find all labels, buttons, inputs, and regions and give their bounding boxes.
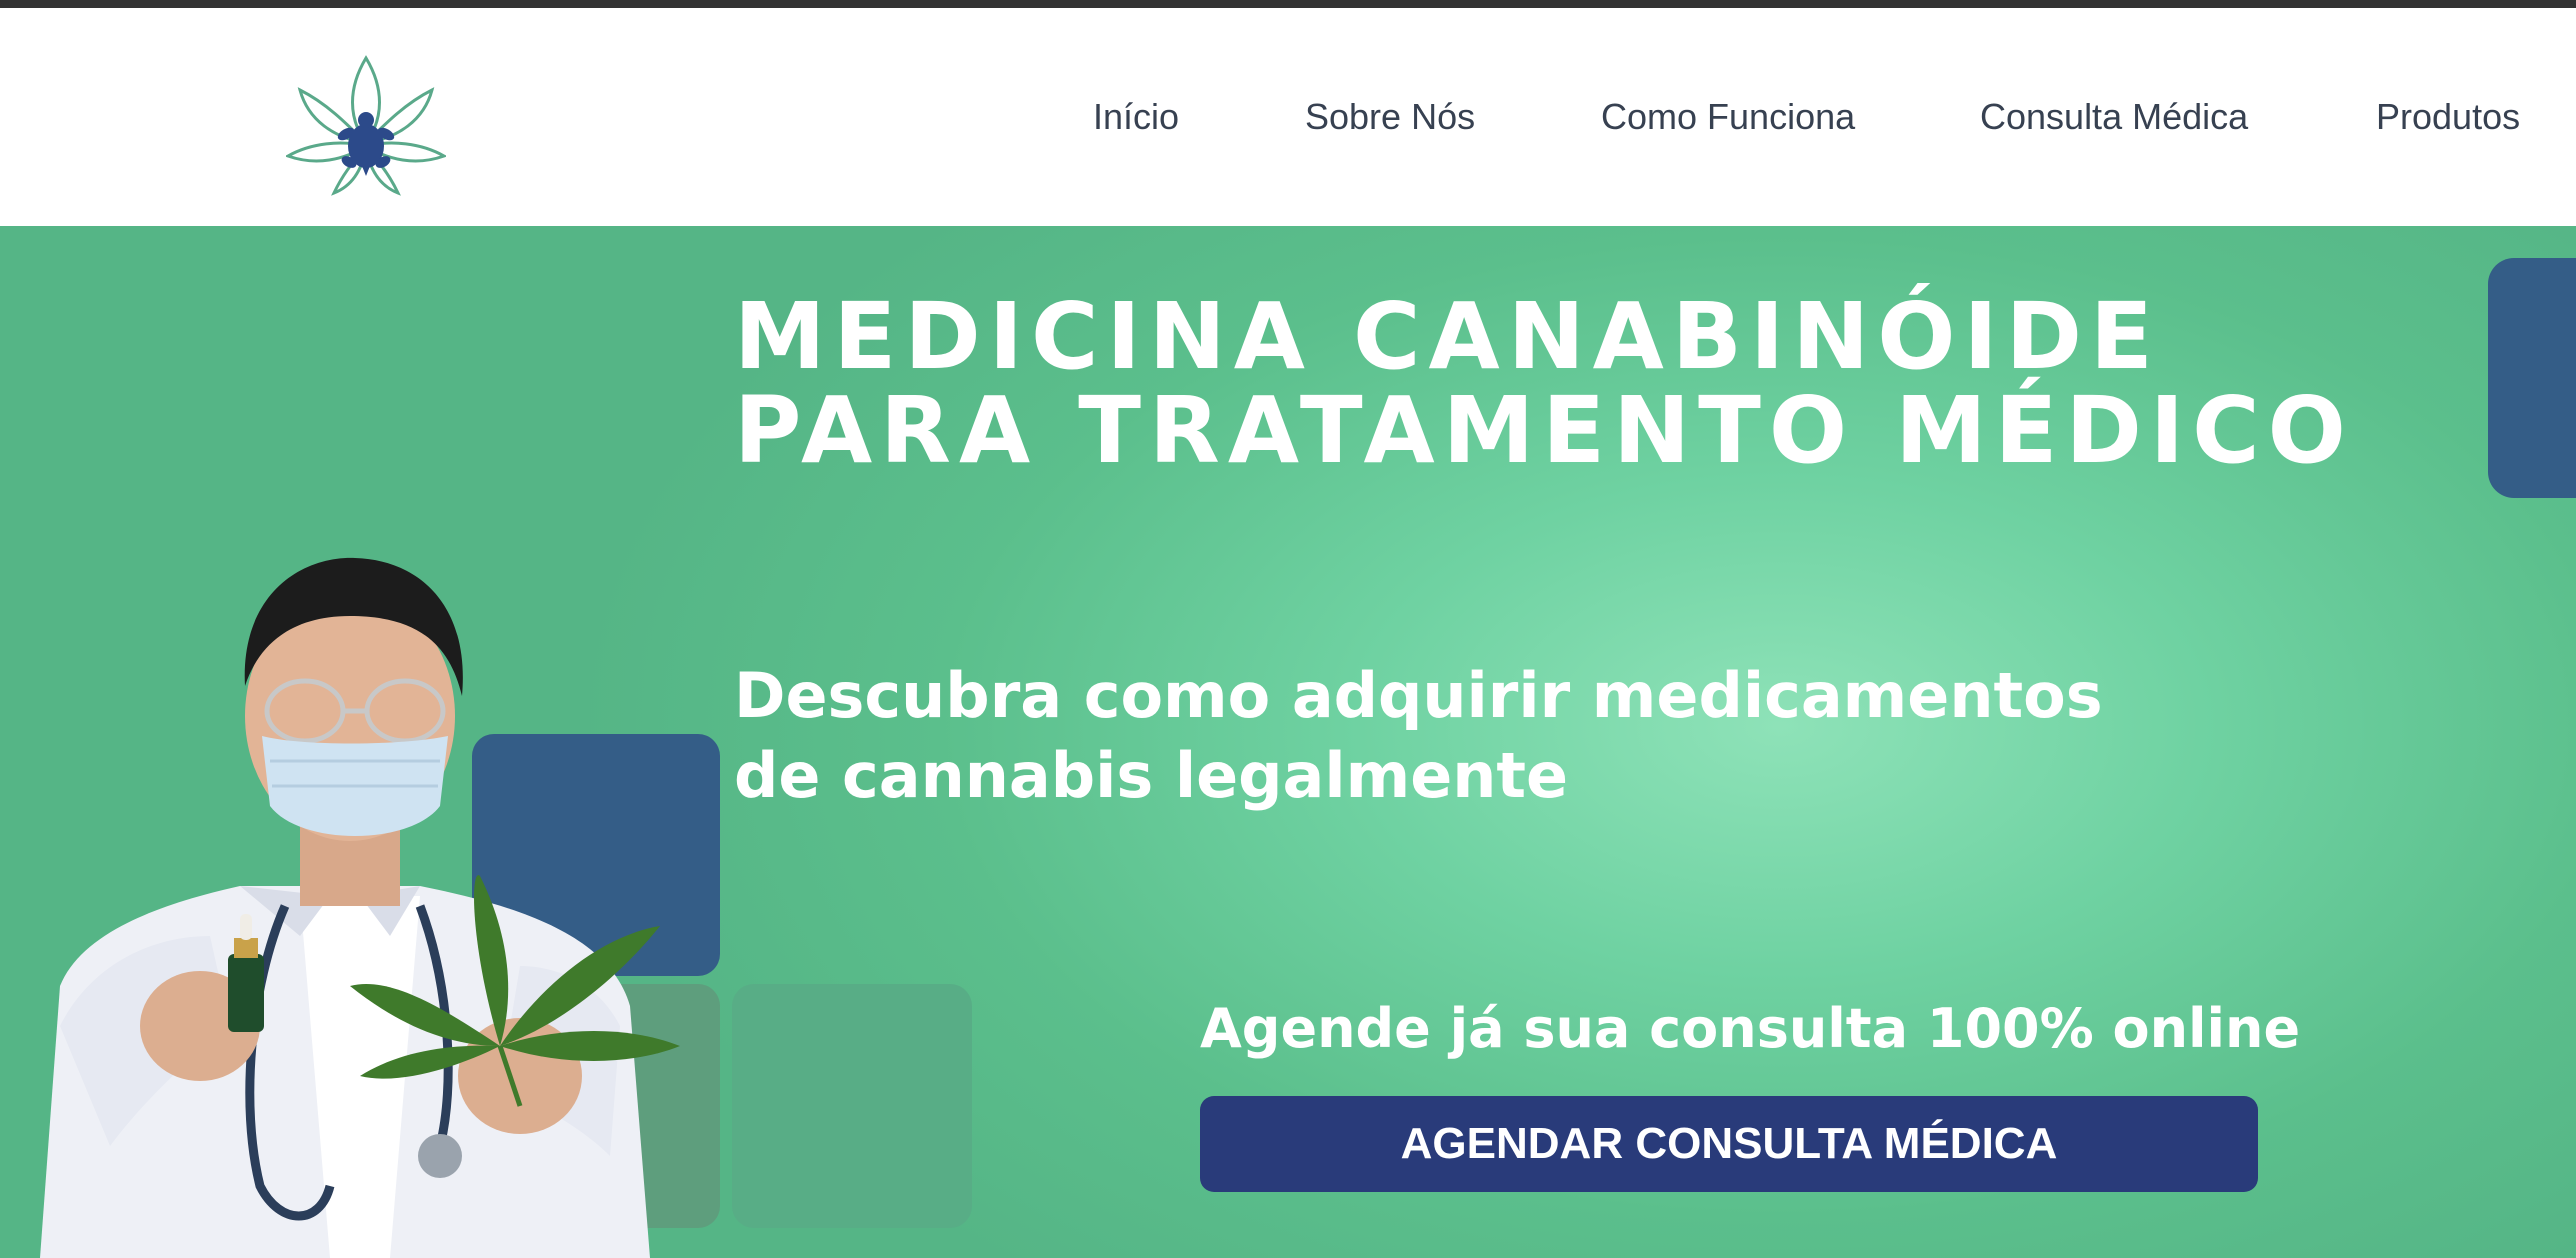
main-navigation: Início Sobre Nós Como Funciona Consulta … (0, 8, 2576, 226)
hero-title-line-1: MEDICINA CANABINÓIDE (734, 283, 2161, 390)
hero-title: MEDICINA CANABINÓIDE PARA TRATAMENTO MÉD… (734, 290, 2434, 478)
nav-link-inicio[interactable]: Início (1093, 96, 1179, 138)
top-border-bar (0, 0, 2576, 8)
nav-link-consulta-medica[interactable]: Consulta Médica (1980, 96, 2248, 138)
hero-subtitle-line-2: de cannabis legalmente (734, 739, 1569, 812)
nav-link-sobre-nos[interactable]: Sobre Nós (1305, 96, 1475, 138)
schedule-consultation-button[interactable]: AGENDAR CONSULTA MÉDICA (1200, 1096, 2258, 1192)
hero-section: MEDICINA CANABINÓIDE PARA TRATAMENTO MÉD… (0, 226, 2576, 1258)
cta-tagline: Agende já sua consulta 100% online (1200, 997, 2301, 1060)
hero-subtitle-line-1: Descubra como adquirir medicamentos (734, 659, 2103, 732)
decorative-blue-block-right (2488, 258, 2576, 498)
decorative-green-block-2 (732, 984, 972, 1228)
hero-title-line-2: PARA TRATAMENTO MÉDICO (734, 377, 2354, 484)
nav-link-como-funciona[interactable]: Como Funciona (1601, 96, 1855, 138)
doctor-with-cannabis-leaf-image (40, 557, 680, 1258)
nav-link-produtos[interactable]: Produtos (2376, 96, 2520, 138)
site-header: Início Sobre Nós Como Funciona Consulta … (0, 8, 2576, 226)
hero-subtitle: Descubra como adquirir medicamentos de c… (734, 656, 2334, 816)
